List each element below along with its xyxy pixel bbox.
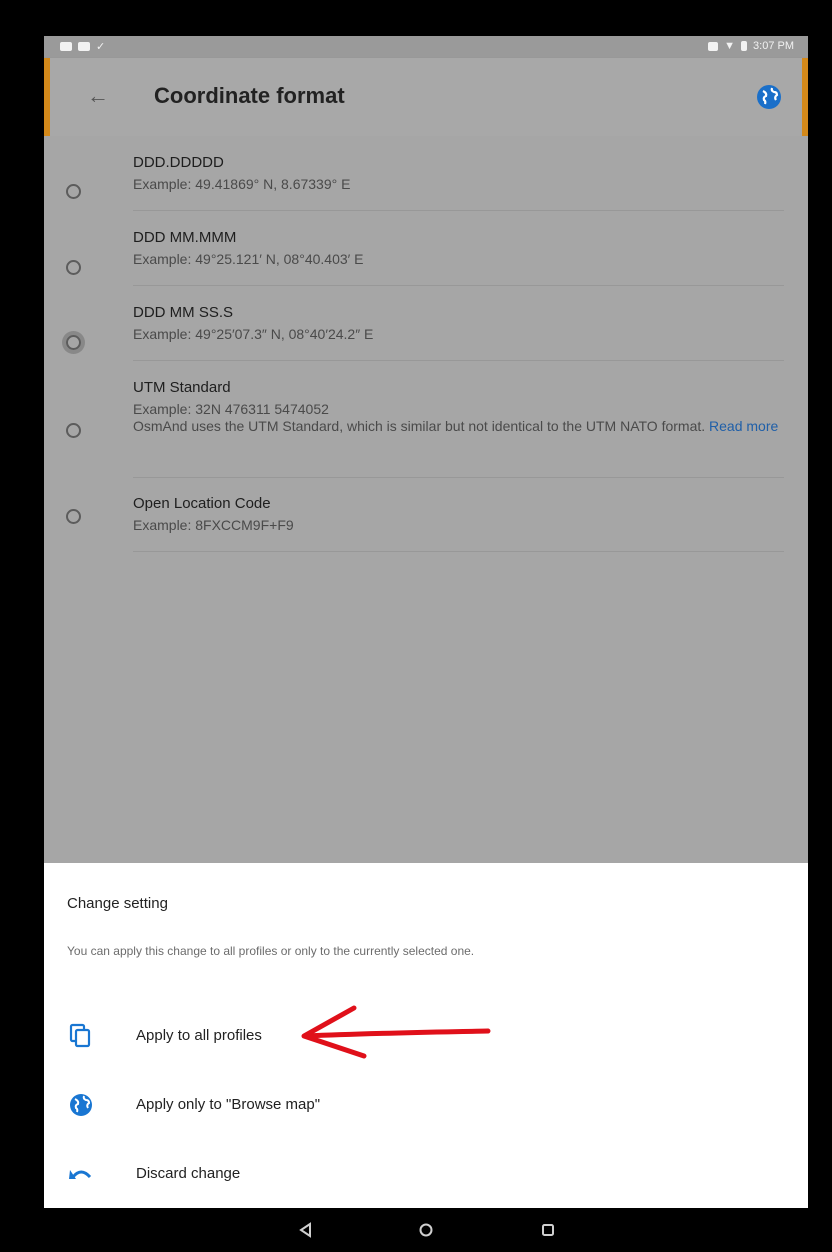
option-example: Example: 32N 476311 5474052 (133, 401, 329, 417)
back-triangle-icon[interactable] (292, 1216, 320, 1244)
action-label: Apply to all profiles (136, 1027, 262, 1044)
option-example: Example: 49°25′07.3″ N, 08°40′24.2″ E (133, 326, 374, 342)
divider (133, 360, 784, 361)
device-screen: ✓ ▼ 3:07 PM ← Coordinate format DDD.DDDD… (44, 36, 808, 1208)
utm-note-text: OsmAnd uses the UTM Standard, which is s… (133, 418, 706, 434)
status-time: 3:07 PM (753, 40, 794, 52)
option-ddd-mm-ss-s[interactable]: DDD MM SS.S Example: 49°25′07.3″ N, 08°4… (44, 304, 808, 378)
radio-button[interactable] (66, 184, 81, 199)
option-ddd-ddddd[interactable]: DDD.DDDDD Example: 49.41869° N, 8.67339°… (44, 154, 808, 228)
option-title: DDD MM SS.S (133, 304, 234, 321)
sheet-description: You can apply this change to all profile… (67, 944, 475, 958)
option-title: DDD.DDDDD (133, 154, 224, 171)
option-title: UTM Standard (133, 379, 231, 396)
option-open-location-code[interactable]: Open Location Code Example: 8FXCCM9F+F9 (44, 495, 808, 569)
divider (133, 285, 784, 286)
globe-icon[interactable] (754, 82, 784, 112)
undo-icon (69, 1170, 92, 1179)
action-label: Apply only to "Browse map" (136, 1096, 321, 1113)
option-utm-standard[interactable]: UTM Standard Example: 32N 476311 5474052… (44, 379, 808, 489)
radio-button[interactable] (66, 335, 81, 350)
nfc-icon (708, 41, 719, 51)
status-bar: ✓ ▼ 3:07 PM (44, 36, 808, 58)
copy-icon (69, 1023, 91, 1048)
home-circle-icon[interactable] (412, 1216, 440, 1244)
notification-icons: ✓ (60, 40, 105, 53)
discard-change-button[interactable]: Discard change (44, 1149, 808, 1199)
system-icons: ▼ 3:07 PM (708, 40, 794, 52)
radio-button[interactable] (66, 260, 81, 275)
arrow-back-icon[interactable]: ← (86, 84, 110, 108)
globe-icon (70, 1094, 92, 1116)
video-icon (60, 42, 72, 51)
divider (133, 210, 784, 211)
option-example: Example: 49.41869° N, 8.67339° E (133, 176, 351, 192)
read-more-link[interactable]: Read more (709, 418, 778, 434)
radio-button[interactable] (66, 509, 81, 524)
divider (133, 551, 784, 552)
app-toolbar: ← Coordinate format (44, 58, 808, 136)
red-arrow-annotation (301, 1005, 491, 1059)
option-note: OsmAnd uses the UTM Standard, which is s… (133, 418, 783, 435)
page-title: Coordinate format (154, 83, 345, 108)
check-icon: ✓ (96, 41, 106, 53)
image-icon (78, 42, 90, 51)
option-example: Example: 8FXCCM9F+F9 (133, 517, 294, 533)
option-ddd-mm-mmm[interactable]: DDD MM.MMM Example: 49°25.121′ N, 08°40.… (44, 229, 808, 303)
recents-square-icon[interactable] (534, 1216, 562, 1244)
battery-icon (741, 41, 748, 51)
action-label: Discard change (136, 1165, 241, 1182)
option-title: DDD MM.MMM (133, 229, 237, 246)
system-nav-bar (44, 1208, 808, 1252)
radio-button[interactable] (66, 423, 81, 438)
divider (133, 477, 784, 478)
option-example: Example: 49°25.121′ N, 08°40.403′ E (133, 251, 364, 267)
change-setting-sheet: Change setting You can apply this change… (44, 863, 808, 1208)
sheet-title: Change setting (67, 895, 168, 912)
apply-to-current-profile-button[interactable]: Apply only to "Browse map" (44, 1080, 808, 1130)
coordinate-format-list: DDD.DDDDD Example: 49.41869° N, 8.67339°… (44, 136, 808, 863)
wifi-icon: ▼ (724, 40, 736, 52)
option-title: Open Location Code (133, 495, 271, 512)
